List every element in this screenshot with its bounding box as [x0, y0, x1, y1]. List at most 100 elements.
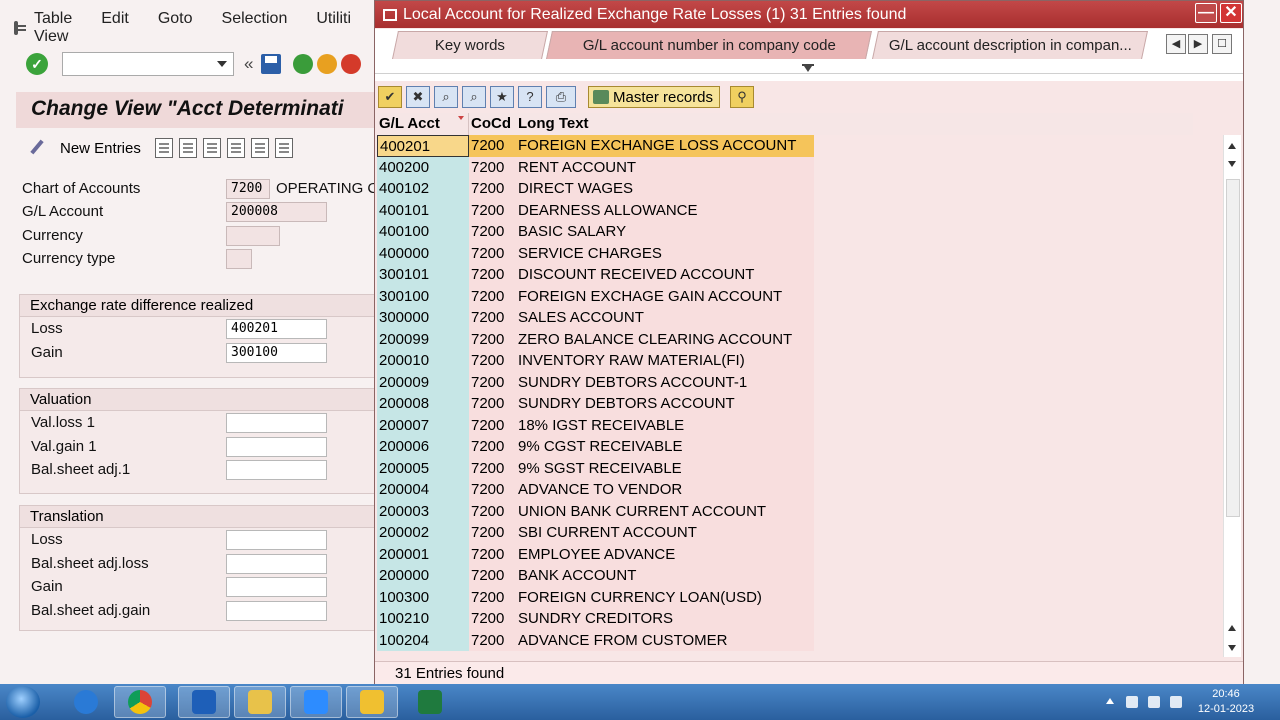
scroll-thumb[interactable] — [1226, 179, 1240, 517]
start-button[interactable] — [6, 686, 40, 718]
cell-cocd[interactable]: 7200 — [469, 457, 516, 479]
column-header-gl-acct[interactable]: G/L Acct — [377, 113, 469, 135]
delete-icon[interactable] — [178, 138, 197, 158]
tab-list-icon[interactable]: ☐ — [1212, 34, 1232, 54]
network-icon[interactable] — [1148, 696, 1160, 708]
menu-table-view[interactable]: Table View — [34, 10, 87, 46]
cell-acct[interactable]: 200004 — [377, 479, 469, 501]
translation-loss-input[interactable] — [226, 530, 327, 550]
copy-checkmark-icon[interactable]: ✔ — [378, 86, 402, 108]
cell-acct[interactable]: 200099 — [377, 328, 469, 350]
cell-cocd[interactable]: 7200 — [469, 522, 516, 544]
taskbar-outlook[interactable] — [178, 686, 230, 718]
cell-cocd[interactable]: 7200 — [469, 436, 516, 458]
master-records-button[interactable]: Master records — [588, 86, 721, 108]
taskbar-sap-logon[interactable] — [346, 686, 398, 718]
cell-cocd[interactable]: 7200 — [469, 414, 516, 436]
cell-acct[interactable]: 200008 — [377, 393, 469, 415]
cell-acct[interactable]: 400100 — [377, 221, 469, 243]
cell-acct[interactable]: 100210 — [377, 608, 469, 630]
cell-acct[interactable]: 200002 — [377, 522, 469, 544]
tab-gl-account-number[interactable]: G/L account number in company code — [546, 31, 872, 59]
cell-cocd[interactable]: 7200 — [469, 393, 516, 415]
show-hidden-icons-icon[interactable] — [1106, 698, 1114, 704]
cell-text[interactable]: SBI CURRENT ACCOUNT — [516, 522, 814, 544]
exit-icon[interactable] — [317, 54, 338, 74]
taskbar-excel[interactable] — [404, 686, 456, 718]
cell-acct[interactable]: 300100 — [377, 285, 469, 307]
cell-cocd[interactable]: 7200 — [469, 307, 516, 329]
menu-edit[interactable]: Edit — [101, 10, 144, 46]
cell-text[interactable]: SUNDRY CREDITORS — [516, 608, 814, 630]
cell-text[interactable]: 18% IGST RECEIVABLE — [516, 414, 814, 436]
close-button[interactable]: ✕ — [1220, 3, 1242, 23]
bal-sheet-adj-1-input[interactable] — [226, 460, 327, 480]
select-all-icon[interactable] — [226, 138, 245, 158]
val-gain-1-input[interactable] — [226, 437, 327, 457]
window-menu-icon[interactable] — [14, 21, 26, 35]
table-row[interactable]: 200005 7200 9% SGST RECEIVABLE — [377, 457, 1193, 479]
menu-selection[interactable]: Selection — [222, 10, 303, 46]
cell-text[interactable]: DIRECT WAGES — [516, 178, 814, 200]
taskbar-internet-explorer[interactable] — [60, 686, 112, 718]
cell-cocd[interactable]: 7200 — [469, 350, 516, 372]
table-row[interactable]: 400101 7200 DEARNESS ALLOWANCE — [377, 199, 1193, 221]
vertical-scrollbar[interactable] — [1223, 135, 1241, 657]
cell-text[interactable]: DEARNESS ALLOWANCE — [516, 199, 814, 221]
cell-acct[interactable]: 200003 — [377, 500, 469, 522]
column-header-cocd[interactable]: CoCd — [469, 113, 516, 135]
table-row[interactable]: 200006 7200 9% CGST RECEIVABLE — [377, 436, 1193, 458]
table-row[interactable]: 300100 7200 FOREIGN EXCHAGE GAIN ACCOUNT — [377, 285, 1193, 307]
table-row[interactable]: 200008 7200 SUNDRY DEBTORS ACCOUNT — [377, 393, 1193, 415]
cell-cocd[interactable]: 7200 — [469, 608, 516, 630]
cell-text[interactable]: 9% CGST RECEIVABLE — [516, 436, 814, 458]
cell-acct[interactable]: 200010 — [377, 350, 469, 372]
cell-text[interactable]: ZERO BALANCE CLEARING ACCOUNT — [516, 328, 814, 350]
cell-cocd[interactable]: 7200 — [469, 135, 516, 157]
table-row[interactable]: 400201 7200 FOREIGN EXCHANGE LOSS ACCOUNT — [377, 135, 1193, 157]
cell-cocd[interactable]: 7200 — [469, 156, 516, 178]
tab-gl-account-description[interactable]: G/L account description in compan... — [872, 31, 1148, 59]
table-row[interactable]: 400102 7200 DIRECT WAGES — [377, 178, 1193, 200]
column-header-long-text[interactable]: Long Text — [516, 113, 814, 135]
cell-text[interactable]: FOREIGN EXCHANGE LOSS ACCOUNT — [516, 135, 814, 157]
menu-utilities[interactable]: Utiliti — [316, 10, 366, 46]
cell-acct[interactable]: 400000 — [377, 242, 469, 264]
cell-text[interactable]: SALES ACCOUNT — [516, 307, 814, 329]
table-row[interactable]: 100210 7200 SUNDRY CREDITORS — [377, 608, 1193, 630]
sort-icon[interactable]: ⚲ — [730, 86, 755, 108]
cell-text[interactable]: RENT ACCOUNT — [516, 156, 814, 178]
cell-acct[interactable]: 100204 — [377, 629, 469, 651]
table-row[interactable]: 200007 7200 18% IGST RECEIVABLE — [377, 414, 1193, 436]
find-next-icon[interactable]: ⌕ — [462, 86, 486, 108]
scroll-down-icon[interactable] — [1228, 161, 1236, 167]
cell-acct[interactable]: 200006 — [377, 436, 469, 458]
cell-cocd[interactable]: 7200 — [469, 264, 516, 286]
tab-scroll-left-icon[interactable]: ◀ — [1166, 34, 1186, 54]
volume-icon[interactable] — [1170, 696, 1182, 708]
table-row[interactable]: 400200 7200 RENT ACCOUNT — [377, 156, 1193, 178]
table-row[interactable]: 200001 7200 EMPLOYEE ADVANCE — [377, 543, 1193, 565]
cell-text[interactable]: FOREIGN CURRENCY LOAN(USD) — [516, 586, 814, 608]
table-row[interactable]: 100204 7200 ADVANCE FROM CUSTOMER — [377, 629, 1193, 651]
table-row[interactable]: 200010 7200 INVENTORY RAW MATERIAL(FI) — [377, 350, 1193, 372]
cell-acct[interactable]: 400200 — [377, 156, 469, 178]
cell-text[interactable]: SUNDRY DEBTORS ACCOUNT — [516, 393, 814, 415]
table-row[interactable]: 200000 7200 BANK ACCOUNT — [377, 565, 1193, 587]
cell-text[interactable]: ADVANCE TO VENDOR — [516, 479, 814, 501]
cell-cocd[interactable]: 7200 — [469, 199, 516, 221]
save-icon[interactable] — [261, 54, 282, 74]
cell-text[interactable]: 9% SGST RECEIVABLE — [516, 457, 814, 479]
table-row[interactable]: 400100 7200 BASIC SALARY — [377, 221, 1193, 243]
personal-list-icon[interactable]: ★ — [490, 86, 514, 108]
command-field[interactable] — [62, 52, 234, 76]
cancel-x-icon[interactable]: ✖ — [406, 86, 430, 108]
display-change-icon[interactable] — [28, 139, 46, 157]
back-icon[interactable] — [293, 54, 314, 74]
cell-acct[interactable]: 300101 — [377, 264, 469, 286]
print-icon[interactable]: ⎙ — [546, 86, 576, 108]
cell-cocd[interactable]: 7200 — [469, 629, 516, 651]
table-row[interactable]: 300101 7200 DISCOUNT RECEIVED ACCOUNT — [377, 264, 1193, 286]
taskbar-chrome[interactable] — [114, 686, 166, 718]
scroll-up-icon[interactable] — [1228, 143, 1236, 149]
